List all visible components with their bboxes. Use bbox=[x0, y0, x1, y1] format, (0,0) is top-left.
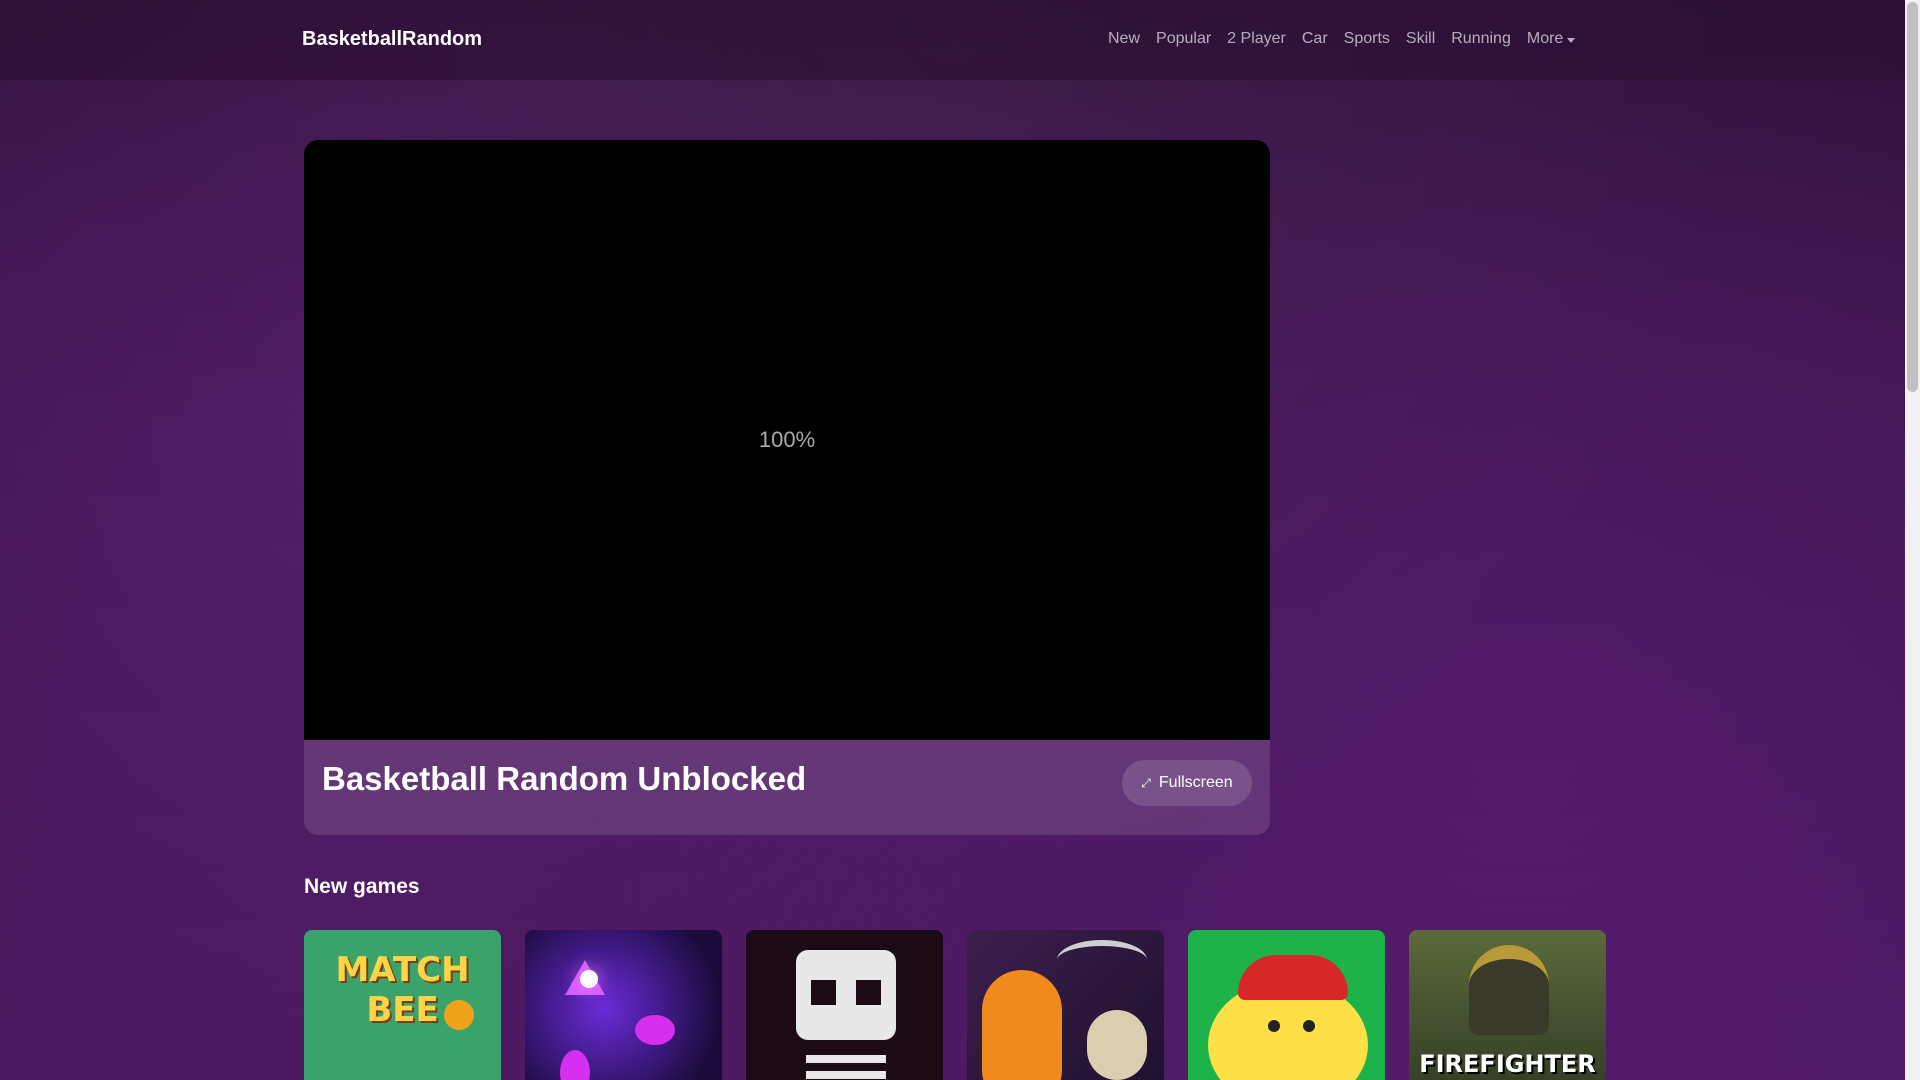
petal-icon bbox=[635, 1015, 675, 1045]
skull-eye-icon bbox=[856, 980, 881, 1005]
nav-new[interactable]: New bbox=[1100, 30, 1148, 48]
nav-skill[interactable]: Skill bbox=[1398, 30, 1443, 48]
nav-sports[interactable]: Sports bbox=[1336, 30, 1398, 48]
eye-icon bbox=[1268, 1020, 1280, 1032]
loading-progress: 100% bbox=[758, 427, 816, 452]
ribcage-icon bbox=[806, 1055, 886, 1080]
game-thumbnail-match-bee[interactable]: MATCH BEE bbox=[304, 930, 501, 1080]
nav-more-label: More bbox=[1526, 30, 1564, 47]
game-thumbnail-skeleton[interactable] bbox=[746, 930, 943, 1080]
nav-running[interactable]: Running bbox=[1443, 30, 1519, 48]
scrollbar-thumb[interactable] bbox=[1907, 2, 1918, 392]
nav-links: New Popular 2 Player Car Sports Skill Ru… bbox=[1100, 30, 1583, 48]
nav-popular[interactable]: Popular bbox=[1148, 30, 1219, 48]
reaper-skull-icon bbox=[1087, 1010, 1147, 1080]
game-thumbnail-firefighter[interactable]: FIREFIGHTER bbox=[1409, 930, 1606, 1080]
new-games-list: MATCH BEE FIREFIGHTER bbox=[304, 930, 1606, 1080]
top-navbar: BasketballRandom New Popular 2 Player Ca… bbox=[0, 0, 1905, 80]
game-thumbnail-neon[interactable] bbox=[525, 930, 722, 1080]
game-card: 100% Basketball Random Unblocked ⤢ Fulls… bbox=[304, 140, 1270, 835]
petal-icon bbox=[560, 1050, 590, 1080]
game-frame[interactable]: 100% bbox=[304, 140, 1270, 740]
fullscreen-label: Fullscreen bbox=[1158, 774, 1233, 791]
nav-more-dropdown[interactable]: More bbox=[1519, 30, 1583, 48]
new-games-heading: New games bbox=[304, 875, 420, 898]
eye-icon bbox=[1303, 1020, 1315, 1032]
red-cap-icon bbox=[1238, 955, 1348, 1000]
firefighter-title: FIREFIGHTER bbox=[1419, 1050, 1596, 1078]
game-thumbnail-reaper[interactable] bbox=[967, 930, 1164, 1080]
game-footer: Basketball Random Unblocked ⤢ Fullscreen bbox=[304, 740, 1270, 835]
fullscreen-button[interactable]: ⤢ Fullscreen bbox=[1122, 760, 1252, 806]
nav-2-player[interactable]: 2 Player bbox=[1219, 30, 1294, 48]
expand-icon: ⤢ bbox=[1141, 775, 1151, 790]
nav-car[interactable]: Car bbox=[1294, 30, 1336, 48]
skull-eye-icon bbox=[811, 980, 836, 1005]
match-bee-line1: MATCH bbox=[335, 950, 470, 990]
firefighter-icon bbox=[1469, 945, 1549, 1035]
scythe-icon bbox=[1057, 940, 1147, 980]
page-scrollbar[interactable] bbox=[1905, 0, 1920, 1080]
game-title: Basketball Random Unblocked bbox=[322, 760, 807, 797]
bee-icon bbox=[444, 1000, 474, 1030]
brand-logo[interactable]: BasketballRandom bbox=[302, 28, 482, 51]
caret-down-icon bbox=[1567, 37, 1576, 43]
orb-icon bbox=[580, 970, 598, 988]
game-thumbnail-golf[interactable] bbox=[1188, 930, 1385, 1080]
hero-character-icon bbox=[982, 970, 1062, 1080]
